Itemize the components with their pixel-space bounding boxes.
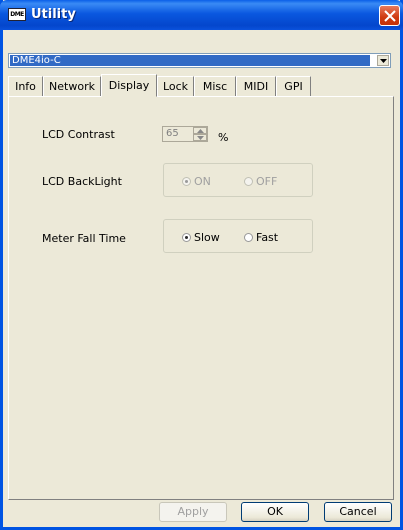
radio-dot bbox=[244, 233, 253, 242]
meter-fast-label: Fast bbox=[256, 231, 279, 244]
display-tab-panel bbox=[8, 96, 394, 500]
backlight-off-radio[interactable]: OFF bbox=[244, 175, 277, 188]
chevron-down-icon bbox=[380, 59, 387, 63]
tab-network[interactable]: Network bbox=[43, 76, 101, 96]
stepper-down-button[interactable] bbox=[193, 134, 207, 141]
title-bar[interactable]: DME Utility bbox=[0, 0, 403, 30]
tab-lock[interactable]: Lock bbox=[157, 76, 194, 96]
stepper-up-button[interactable] bbox=[193, 127, 207, 134]
tab-midi[interactable]: MIDI bbox=[236, 76, 276, 96]
lcd-backlight-label: LCD BackLight bbox=[42, 175, 122, 188]
tab-info[interactable]: Info bbox=[8, 76, 43, 96]
window-title: Utility bbox=[31, 7, 76, 22]
tab-gpi[interactable]: GPI bbox=[276, 76, 311, 96]
meter-fall-time-group: Slow Fast bbox=[163, 219, 313, 253]
backlight-on-label: ON bbox=[194, 175, 211, 188]
lcd-contrast-unit: % bbox=[218, 131, 229, 144]
tab-strip: Info Network Display Lock Misc MIDI GPI bbox=[8, 74, 394, 97]
tab-display[interactable]: Display bbox=[101, 74, 157, 97]
lcd-contrast-value: 65 bbox=[166, 128, 179, 139]
radio-dot bbox=[182, 233, 191, 242]
backlight-on-radio[interactable]: ON bbox=[182, 175, 211, 188]
lcd-backlight-group: ON OFF bbox=[163, 163, 313, 197]
radio-dot bbox=[182, 177, 191, 186]
arrow-down-icon bbox=[197, 136, 204, 140]
app-icon: DME bbox=[8, 8, 26, 21]
device-select-value: DME4io-C bbox=[10, 55, 370, 66]
meter-fall-time-label: Meter Fall Time bbox=[42, 232, 126, 245]
lcd-contrast-label: LCD Contrast bbox=[42, 128, 115, 141]
lcd-contrast-stepper[interactable]: 65 bbox=[162, 126, 208, 142]
meter-fast-radio[interactable]: Fast bbox=[244, 231, 278, 244]
backlight-off-label: OFF bbox=[256, 175, 278, 188]
radio-dot bbox=[244, 177, 253, 186]
tab-misc[interactable]: Misc bbox=[194, 76, 236, 96]
apply-button[interactable]: Apply bbox=[159, 502, 227, 522]
cancel-button[interactable]: Cancel bbox=[324, 502, 392, 522]
close-icon bbox=[384, 10, 396, 22]
meter-slow-radio[interactable]: Slow bbox=[182, 231, 220, 244]
ok-button[interactable]: OK bbox=[241, 502, 309, 522]
meter-slow-label: Slow bbox=[194, 231, 220, 244]
close-button[interactable] bbox=[379, 5, 400, 26]
arrow-up-icon bbox=[197, 129, 204, 133]
device-select[interactable]: DME4io-C bbox=[8, 53, 391, 68]
device-select-dropdown-button[interactable] bbox=[377, 55, 389, 66]
